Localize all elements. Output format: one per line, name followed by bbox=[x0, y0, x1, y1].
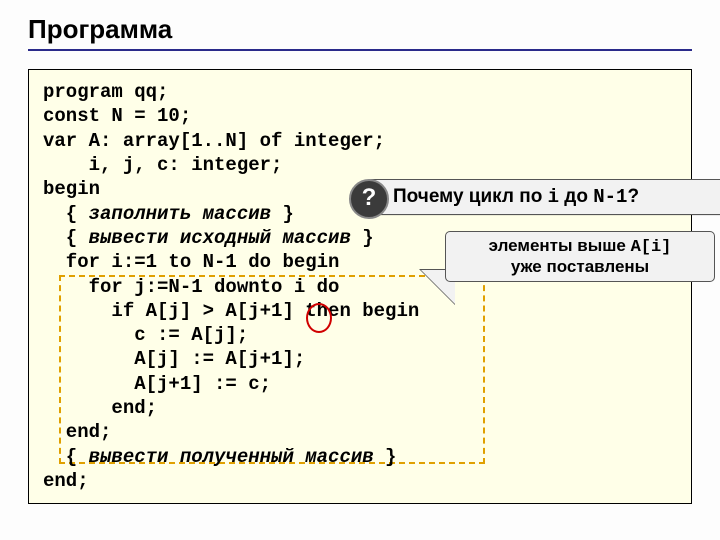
code-line: var A: array[1..N] of integer; bbox=[43, 130, 385, 152]
tip-text: уже поставлены bbox=[511, 257, 649, 276]
code-line: for j:=N-1 downto i do bbox=[43, 276, 339, 298]
code-line: { bbox=[43, 227, 89, 249]
code-line: } bbox=[271, 203, 294, 225]
code-line: end; bbox=[43, 421, 111, 443]
code-line: { bbox=[43, 203, 89, 225]
callout-question: Почему цикл по i до N-1? bbox=[366, 179, 720, 215]
question-mark-icon: ? bbox=[349, 179, 389, 219]
code-line: A[j] := A[j+1]; bbox=[43, 348, 305, 370]
code-line: program qq; bbox=[43, 81, 168, 103]
code-line: for i:=1 to N-1 do begin bbox=[43, 251, 339, 273]
tip-code: A[i] bbox=[631, 238, 672, 257]
code-line: c := A[j]; bbox=[43, 324, 248, 346]
code-comment: вывести полученный массив bbox=[89, 446, 374, 468]
code-box: program qq; const N = 10; var A: array[1… bbox=[28, 69, 692, 504]
loop-var-circle bbox=[306, 303, 332, 333]
code-line: A[j+1] := c; bbox=[43, 373, 271, 395]
callout-code: N-1 bbox=[593, 186, 627, 208]
code-comment: вывести исходный массив bbox=[89, 227, 351, 249]
callout-text: Почему цикл по bbox=[393, 186, 548, 207]
callout-text: до bbox=[559, 186, 593, 207]
title-divider bbox=[28, 49, 692, 51]
code-line: i, j, c: integer; bbox=[43, 154, 282, 176]
code-line: { bbox=[43, 446, 89, 468]
callout-text: ? bbox=[627, 186, 639, 207]
code-line: begin bbox=[43, 178, 100, 200]
code-line: } bbox=[351, 227, 374, 249]
code-line: if A[j] > A[j+1] then begin bbox=[43, 300, 419, 322]
code-line: end; bbox=[43, 397, 157, 419]
code-listing: program qq; const N = 10; var A: array[1… bbox=[43, 80, 677, 493]
code-comment: заполнить массив bbox=[89, 203, 271, 225]
code-line: end; bbox=[43, 470, 89, 492]
code-line: } bbox=[374, 446, 397, 468]
slide-title: Программа bbox=[28, 14, 692, 45]
tip-text: элементы выше bbox=[489, 236, 631, 255]
callout-code: i bbox=[548, 186, 559, 208]
code-line: const N = 10; bbox=[43, 105, 191, 127]
callout-tip: элементы выше A[i] уже поставлены bbox=[445, 231, 715, 282]
